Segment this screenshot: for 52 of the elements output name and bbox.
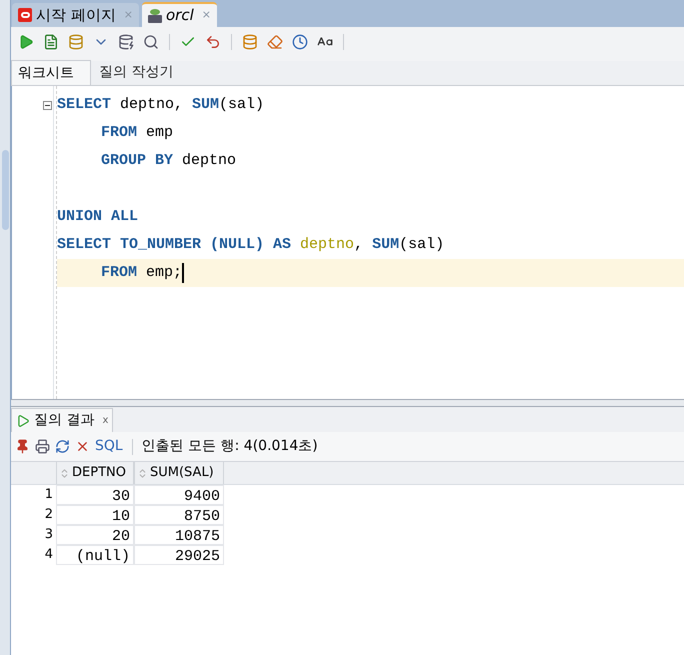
editor-tab[interactable]: 질의 작성기 xyxy=(91,60,182,85)
tab-label: 질의 결과 xyxy=(34,411,94,430)
code-token: UNION ALL xyxy=(57,206,138,227)
code-token: SELECT TO_NUMBER (NULL) AS xyxy=(57,234,292,255)
refresh-icon[interactable] xyxy=(55,439,70,454)
row-number: 4 xyxy=(44,546,54,564)
code-token: emp xyxy=(145,122,174,143)
run-icon xyxy=(16,414,30,428)
pin-icon[interactable] xyxy=(15,439,30,454)
tab-label: 시작 페이지 xyxy=(36,4,116,26)
code-token: SELECT xyxy=(57,94,112,115)
editor-tab[interactable]: 워크시트 xyxy=(11,60,91,85)
table-cell: 8750 xyxy=(134,505,224,525)
cancel-icon[interactable] xyxy=(75,439,90,454)
tab-label: orcl xyxy=(166,5,194,26)
print-icon[interactable] xyxy=(35,439,50,454)
code-token: FROM xyxy=(101,122,138,143)
table-cell: (null) xyxy=(56,545,134,565)
table-cell: 20 xyxy=(56,525,134,545)
code-token: GROUP BY xyxy=(101,150,174,171)
code-token: deptno xyxy=(181,150,236,171)
logo-icon xyxy=(18,8,32,22)
sql-database-icon xyxy=(148,8,162,22)
code-token: deptno xyxy=(299,234,354,255)
table-cell: 9400 xyxy=(134,485,224,505)
code-token: deptno, xyxy=(119,94,184,115)
text-cursor xyxy=(182,263,184,283)
table-cell: 29025 xyxy=(134,545,224,565)
column-header[interactable]: DEPTNO xyxy=(56,462,134,484)
row-number: 3 xyxy=(44,526,54,544)
code-editor[interactable]: SELECT deptno, SUM(sal) FROM emp GROUP BY deptno UNION ALL SELECT TO_NUMBER (NULL) AS deptno, SUM(sal) FROM emp; xyxy=(11,86,684,399)
code-token: (sal) xyxy=(399,234,444,255)
row-number: 2 xyxy=(44,506,54,524)
row-number: 1 xyxy=(44,486,54,504)
code-token: (sal) xyxy=(219,94,264,115)
table-cell: 10875 xyxy=(134,525,224,545)
sql-link[interactable]: SQL xyxy=(95,436,123,457)
column-header[interactable]: SUM(SAL) xyxy=(134,462,224,484)
fold-toggle-icon[interactable] xyxy=(43,100,52,110)
document-tab[interactable]: orcl × xyxy=(142,2,217,27)
code-token: SUM xyxy=(192,94,220,115)
table-cell: 30 xyxy=(56,485,134,505)
scrollbar-thumb[interactable] xyxy=(2,150,8,230)
code-token: FROM xyxy=(101,262,138,283)
document-tab[interactable]: 시작 페이지 × xyxy=(12,3,139,27)
tab-close-button[interactable]: x xyxy=(102,413,108,428)
table-cell: 10 xyxy=(56,505,134,525)
result-tab[interactable]: 질의 결과 x xyxy=(11,408,114,432)
code-token: , xyxy=(354,234,364,255)
fetch-status: 인출된 모든 행: 4(0.014초) xyxy=(142,437,318,456)
code-token: SUM xyxy=(372,234,400,255)
code-token: emp; xyxy=(145,262,182,283)
